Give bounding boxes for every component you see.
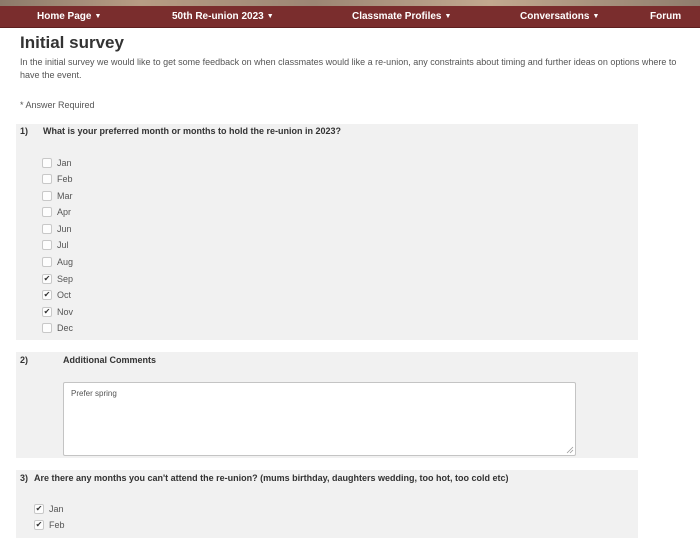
q1-option-label: Oct [57, 290, 72, 300]
main-navigation: Home Page ▼ 50th Re-union 2023 ▼ Classmate… [0, 6, 700, 28]
q1-checkbox-jan[interactable] [42, 158, 52, 168]
q1-option-label: Jan [57, 158, 72, 168]
q1-checkbox-aug[interactable] [42, 257, 52, 267]
question-1-number: 1) [20, 126, 29, 136]
nav-conversations-label: Conversations [520, 11, 590, 22]
q1-checkbox-mar[interactable] [42, 191, 52, 201]
survey-intro: In the initial survey we would like to g… [20, 57, 677, 80]
check-icon: ✔ [43, 290, 51, 299]
q1-option-jul[interactable]: Jul [42, 238, 69, 252]
check-icon: ✔ [35, 520, 43, 529]
nav-classmate-profiles[interactable]: Classmate Profiles ▼ [352, 6, 451, 28]
q1-checkbox-apr[interactable] [42, 207, 52, 217]
q1-option-label: Jul [57, 240, 69, 250]
nav-reunion-2023-label: 50th Re-union 2023 [172, 11, 264, 22]
question-3-number: 3) [20, 473, 29, 483]
q1-checkbox-dec[interactable] [42, 323, 52, 333]
q1-option-oct[interactable]: ✔ Oct [42, 288, 71, 302]
nav-forum-label: Forum [650, 11, 682, 22]
question-1-panel [16, 124, 638, 340]
q1-option-label: Feb [57, 174, 73, 184]
q1-option-jun[interactable]: Jun [42, 222, 72, 236]
q1-option-label: Apr [57, 207, 72, 217]
q1-option-label: Sep [57, 274, 74, 284]
check-icon: ✔ [43, 274, 51, 283]
nav-classmate-profiles-label: Classmate Profiles [352, 11, 442, 22]
q1-option-feb[interactable]: Feb [42, 172, 73, 186]
q1-option-apr[interactable]: Apr [42, 205, 71, 219]
caret-down-icon: ▼ [94, 13, 102, 20]
q3-checkbox-jan[interactable]: ✔ [34, 504, 44, 514]
nav-reunion-2023[interactable]: 50th Re-union 2023 ▼ [172, 6, 274, 28]
nav-conversations[interactable]: Conversations ▼ [520, 6, 599, 28]
q1-checkbox-nov[interactable]: ✔ [42, 307, 52, 317]
q1-option-label: Dec [57, 323, 74, 333]
q3-option-feb[interactable]: ✔ Feb [34, 518, 65, 532]
q1-option-label: Jun [57, 224, 72, 234]
q1-option-sep[interactable]: ✔ Sep [42, 272, 73, 286]
q1-option-label: Aug [57, 257, 74, 267]
nav-home-page-label: Home Page [37, 11, 92, 22]
q3-option-label: Feb [49, 520, 65, 530]
q3-option-label: Jan [49, 504, 64, 514]
resize-grip-icon[interactable] [565, 445, 574, 454]
q1-checkbox-oct[interactable]: ✔ [42, 290, 52, 300]
question-2-text: Additional Comments [63, 355, 157, 365]
question-1-text: What is your preferred month or months t… [43, 126, 342, 136]
required-note: * Answer Required [20, 100, 95, 110]
q1-option-jan[interactable]: Jan [42, 156, 72, 170]
check-icon: ✔ [35, 504, 43, 513]
question-3-text: Are there any months you can't attend th… [34, 473, 509, 483]
page-title: Initial survey [20, 33, 124, 52]
q1-option-dec[interactable]: Dec [42, 321, 73, 335]
q1-option-mar[interactable]: Mar [42, 189, 73, 203]
caret-down-icon: ▼ [266, 13, 274, 20]
q1-option-label: Nov [57, 307, 74, 317]
q1-checkbox-jul[interactable] [42, 240, 52, 250]
question-2-number: 2) [20, 355, 29, 365]
q3-checkbox-feb[interactable]: ✔ [34, 520, 44, 530]
q1-checkbox-jun[interactable] [42, 224, 52, 234]
caret-down-icon: ▼ [592, 13, 600, 20]
q1-option-aug[interactable]: Aug [42, 255, 73, 269]
q1-checkbox-feb[interactable] [42, 174, 52, 184]
check-icon: ✔ [43, 307, 51, 316]
q1-option-label: Mar [57, 191, 73, 201]
caret-down-icon: ▼ [444, 13, 452, 20]
q3-option-jan[interactable]: ✔ Jan [34, 502, 64, 516]
nav-forum[interactable]: Forum [650, 6, 681, 28]
q1-checkbox-sep[interactable]: ✔ [42, 274, 52, 284]
q1-option-nov[interactable]: ✔ Nov [42, 305, 73, 319]
additional-comments-textarea[interactable]: Prefer spring [63, 382, 576, 456]
nav-home-page[interactable]: Home Page ▼ [37, 6, 101, 28]
